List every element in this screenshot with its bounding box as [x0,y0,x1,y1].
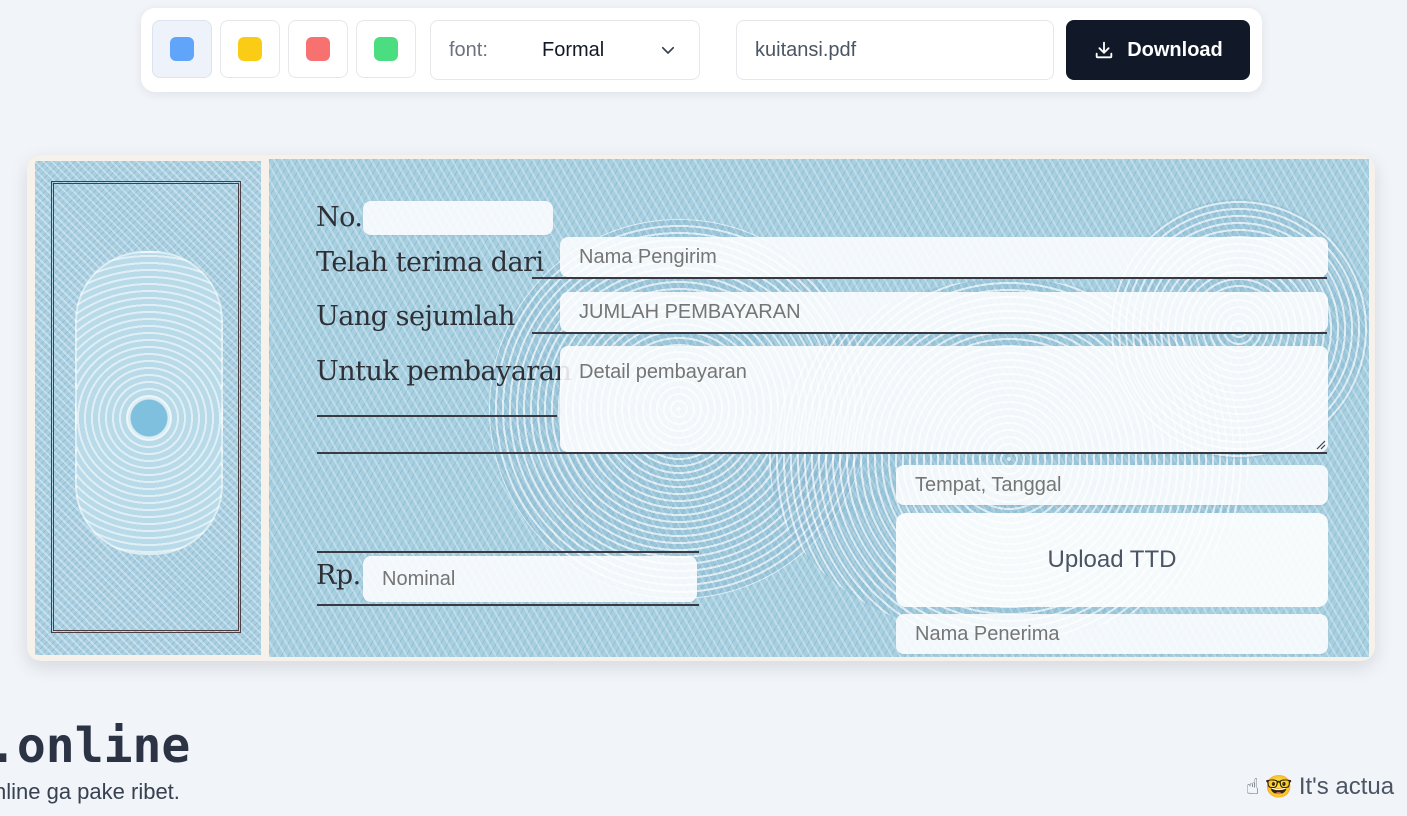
pointing-up-icon: ☝ [1246,774,1260,799]
recipient-name-input[interactable] [896,614,1328,654]
received-from-label: Telah terima dari [316,247,544,278]
download-button[interactable]: Download [1066,20,1250,80]
color-swatch-green-button[interactable] [356,20,416,78]
rp-line-top [317,551,699,553]
purpose-label: Untuk pembayaran [316,356,572,387]
green-swatch [374,37,398,61]
amount-words-label: Uang sejumlah [316,301,515,332]
font-select-value: Formal [542,39,605,61]
sender-line [532,277,1327,279]
upload-signature-button[interactable]: Upload TTD [896,513,1328,607]
color-swatch-red-button[interactable] [288,20,348,78]
receipt-card: No. Telah terima dari Uang sejumlah Untu… [27,155,1375,661]
purpose-line-2 [317,452,1327,454]
rp-line-bottom [317,604,699,606]
site-subtitle: nline ga pake ribet. [0,779,180,804]
payment-details-textarea[interactable] [560,346,1328,452]
sender-name-input[interactable] [560,237,1328,277]
red-swatch [306,37,330,61]
nerd-face-icon: 🤓 [1265,774,1293,799]
download-icon [1095,41,1113,59]
footer-note-text: It's actua [1298,773,1395,800]
stub-medallion-ornament [75,251,223,555]
receipt-number-input[interactable] [363,201,553,235]
yellow-swatch [238,37,262,61]
color-swatch-yellow-button[interactable] [220,20,280,78]
footer-note: ☝ 🤓 It's actua [1246,773,1394,801]
amount-line [532,332,1327,334]
site-title: .online [0,718,191,774]
toolbar: font: Formal Download [141,8,1262,92]
font-select[interactable]: font: Formal [430,20,700,80]
amount-words-input[interactable] [560,292,1328,332]
nominal-input[interactable] [363,556,697,602]
purpose-line-1 [317,415,557,417]
download-label: Download [1127,38,1223,61]
rp-label: Rp. [316,560,361,591]
color-swatch-blue-button[interactable] [152,20,212,78]
resize-handle-icon[interactable] [1314,438,1326,450]
number-label: No. [316,202,363,233]
place-date-input[interactable] [896,465,1328,505]
receipt-stub [35,161,261,655]
blue-swatch [170,37,194,61]
chevron-down-icon [661,46,675,54]
font-select-label: font: [449,39,488,61]
filename-input[interactable] [736,20,1054,80]
